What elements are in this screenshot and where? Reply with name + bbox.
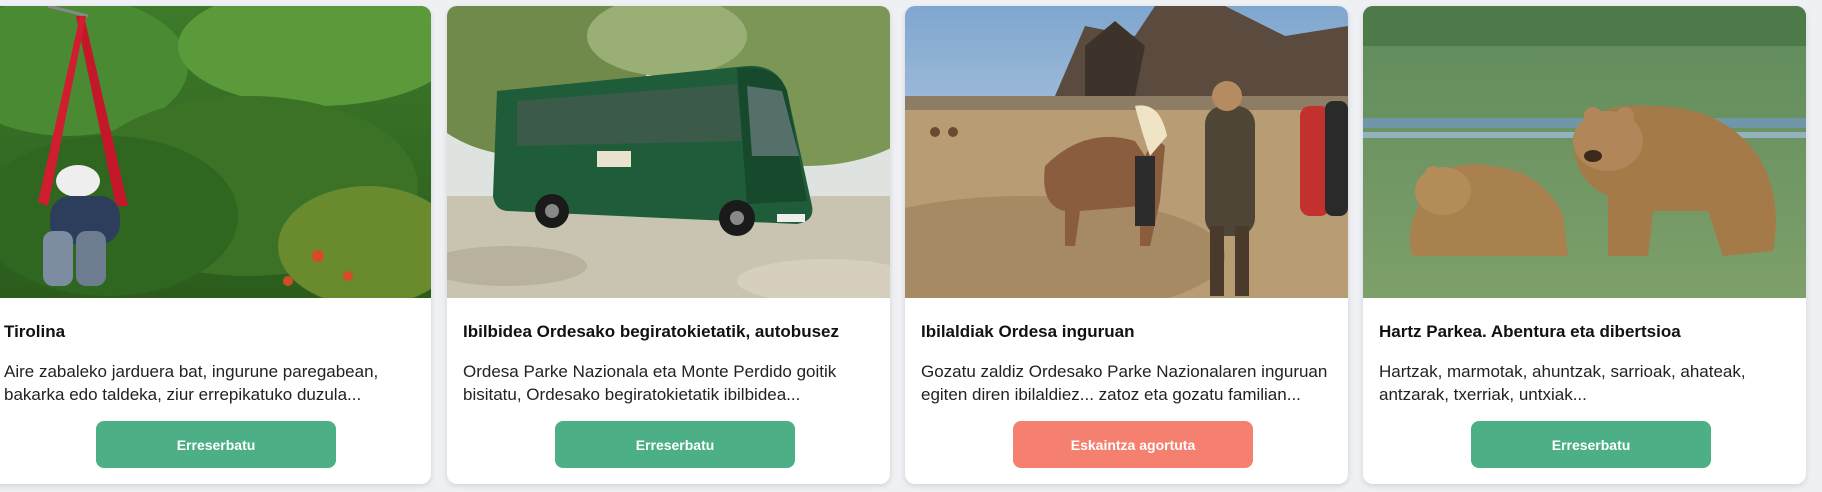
card-description: Hartzak, marmotak, ahuntzak, sarrioak, a… <box>1379 362 1746 404</box>
activity-card[interactable]: Tirolina Aire zabaleko jarduera bat, ing… <box>0 6 431 484</box>
horses-photo[interactable] <box>905 6 1348 298</box>
green-bus-photo[interactable] <box>447 6 890 298</box>
activity-card[interactable]: Ibilaldiak Ordesa inguruan Gozatu zaldiz… <box>905 6 1348 484</box>
card-description: Aire zabaleko jarduera bat, ingurune par… <box>4 362 379 404</box>
zipline-photo[interactable] <box>0 6 431 298</box>
activity-card[interactable]: Hartz Parkea. Abentura eta dibertsioa Ha… <box>1363 6 1806 484</box>
card-description: Gozatu zaldiz Ordesako Parke Nazionalare… <box>921 362 1328 404</box>
bears-photo[interactable] <box>1363 6 1806 298</box>
reserve-button[interactable]: Erreserbatu <box>555 421 795 468</box>
sold-out-button[interactable]: Eskaintza agortuta <box>1013 421 1253 468</box>
card-title: Hartz Parkea. Abentura eta dibertsioa <box>1379 322 1681 341</box>
card-title: Ibilaldiak Ordesa inguruan <box>921 322 1135 341</box>
card-description: Ordesa Parke Nazionala eta Monte Perdido… <box>463 362 837 404</box>
reserve-button[interactable]: Erreserbatu <box>96 421 336 468</box>
activity-card[interactable]: Ibilbidea Ordesako begiratokietatik, aut… <box>447 6 890 484</box>
reserve-button[interactable]: Erreserbatu <box>1471 421 1711 468</box>
card-title: Ibilbidea Ordesako begiratokietatik, aut… <box>463 322 839 341</box>
card-title: Tirolina <box>4 322 66 341</box>
